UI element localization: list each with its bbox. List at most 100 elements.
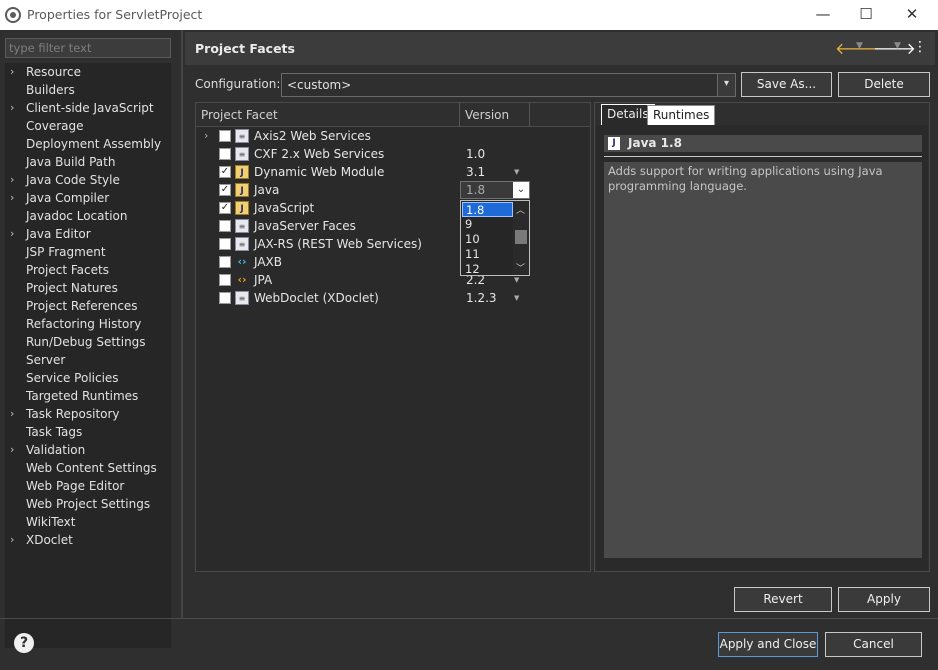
facet-checkbox[interactable]: ✓: [219, 166, 231, 178]
chevron-right-icon[interactable]: ›: [10, 171, 20, 189]
configuration-combo[interactable]: <custom> ▾: [281, 73, 736, 97]
version-option[interactable]: 11: [462, 247, 513, 262]
facet-checkbox[interactable]: [219, 256, 231, 268]
help-icon[interactable]: ?: [14, 633, 34, 653]
chevron-down-icon[interactable]: ▼: [514, 163, 519, 181]
jaxb-facet-icon: ‹›: [237, 255, 247, 268]
table-row[interactable]: ≡ CXF 2.x Web Services 1.0: [196, 145, 590, 163]
filter-input[interactable]: type filter text: [5, 38, 171, 58]
chevron-right-icon[interactable]: ›: [10, 63, 20, 81]
column-header-version[interactable]: Version: [465, 108, 509, 122]
minimize-button[interactable]: —: [800, 0, 846, 30]
tree-item[interactable]: Project Natures: [5, 279, 171, 297]
scroll-down-icon[interactable]: ﹀: [516, 261, 525, 274]
apply-and-close-button[interactable]: Apply and Close: [718, 632, 818, 657]
tree-item[interactable]: Javadoc Location: [5, 207, 171, 225]
close-button[interactable]: ✕: [889, 0, 935, 30]
facet-checkbox[interactable]: ✓: [219, 184, 231, 196]
java-version-combo[interactable]: 1.8 ⌄: [460, 181, 530, 199]
version-option[interactable]: 1.8: [462, 202, 513, 217]
tree-item[interactable]: Deployment Assembly: [5, 135, 171, 153]
chevron-down-icon[interactable]: ▾: [717, 74, 735, 96]
tree-item[interactable]: › Java Code Style: [5, 171, 171, 189]
back-menu-icon[interactable]: ▼: [856, 41, 863, 51]
tree-item[interactable]: › Validation: [5, 441, 171, 459]
tree-item[interactable]: › Resource: [5, 63, 171, 81]
tree-item[interactable]: Web Project Settings: [5, 495, 171, 513]
tree-item[interactable]: Project Facets: [5, 261, 171, 279]
column-divider[interactable]: [529, 103, 530, 127]
table-row[interactable]: ✓ J JavaScript: [196, 199, 590, 217]
tree-item[interactable]: Project References: [5, 297, 171, 315]
version-list-scrollbar[interactable]: ︿ ﹀: [513, 201, 529, 275]
tree-item[interactable]: › XDoclet: [5, 531, 171, 549]
chevron-down-icon[interactable]: ⌄: [513, 182, 529, 198]
facets-table: Project Facet Version › ≡ Axis2 Web Servic…: [195, 102, 591, 572]
tree-item[interactable]: Java Build Path: [5, 153, 171, 171]
java-version-list[interactable]: ︿ ﹀ 1.8 9 10 11 12: [460, 200, 530, 276]
doc-facet-icon: ≡: [235, 291, 249, 305]
facet-checkbox[interactable]: [219, 292, 231, 304]
version-option[interactable]: 9: [462, 217, 513, 232]
table-row[interactable]: ✓ J Java: [196, 181, 590, 199]
column-divider[interactable]: [459, 103, 460, 127]
tree-item[interactable]: Run/Debug Settings: [5, 333, 171, 351]
tree-item-label: Java Code Style: [26, 173, 120, 187]
cancel-button[interactable]: Cancel: [825, 632, 922, 657]
chevron-right-icon[interactable]: ›: [10, 99, 20, 117]
table-row[interactable]: ‹› JAXB: [196, 253, 590, 271]
table-row[interactable]: ≡ JavaServer Faces: [196, 217, 590, 235]
tree-item[interactable]: Web Content Settings: [5, 459, 171, 477]
window-title: Properties for ServletProject: [27, 7, 203, 22]
table-row[interactable]: ≡ WebDoclet (XDoclet) 1.2.3 ▼: [196, 289, 590, 307]
save-as-button[interactable]: Save As...: [741, 72, 832, 97]
chevron-right-icon[interactable]: ›: [10, 405, 20, 423]
scrollbar-thumb[interactable]: [515, 230, 527, 244]
chevron-down-icon[interactable]: ▼: [514, 289, 519, 307]
chevron-right-icon[interactable]: ›: [10, 531, 20, 549]
chevron-right-icon[interactable]: ›: [10, 189, 20, 207]
panel-divider[interactable]: [181, 30, 183, 618]
facet-checkbox[interactable]: [219, 148, 231, 160]
table-row[interactable]: ≡ JAX-RS (REST Web Services): [196, 235, 590, 253]
facet-version[interactable]: 1.0: [466, 145, 485, 163]
tree-item[interactable]: Task Tags: [5, 423, 171, 441]
tree-item[interactable]: › Client-side JavaScript: [5, 99, 171, 117]
tree-item[interactable]: › Java Editor: [5, 225, 171, 243]
chevron-right-icon[interactable]: ›: [10, 225, 20, 243]
tree-item[interactable]: WikiText: [5, 513, 171, 531]
tree-item[interactable]: Targeted Runtimes: [5, 387, 171, 405]
tree-item[interactable]: › Java Compiler: [5, 189, 171, 207]
revert-button[interactable]: Revert: [734, 587, 832, 612]
facet-checkbox[interactable]: [219, 238, 231, 250]
tree-item[interactable]: Service Policies: [5, 369, 171, 387]
delete-button[interactable]: Delete: [838, 72, 930, 97]
facet-version[interactable]: 1.2.3: [466, 289, 497, 307]
facet-version[interactable]: 3.1: [466, 163, 485, 181]
column-header-facet[interactable]: Project Facet: [201, 108, 278, 122]
version-option[interactable]: 12: [462, 262, 513, 277]
table-row[interactable]: ✓ J Dynamic Web Module 3.1 ▼: [196, 163, 590, 181]
facet-checkbox[interactable]: [219, 130, 231, 142]
tree-item[interactable]: JSP Fragment: [5, 243, 171, 261]
chevron-right-icon[interactable]: ›: [204, 127, 208, 145]
facet-checkbox[interactable]: [219, 220, 231, 232]
chevron-right-icon[interactable]: ›: [10, 441, 20, 459]
table-row[interactable]: › ≡ Axis2 Web Services: [196, 127, 590, 145]
tab-runtimes[interactable]: Runtimes: [647, 105, 716, 126]
facet-checkbox[interactable]: ✓: [219, 202, 231, 214]
tree-item[interactable]: Builders: [5, 81, 171, 99]
tree-item[interactable]: Coverage: [5, 117, 171, 135]
apply-button[interactable]: Apply: [838, 587, 930, 612]
view-menu-icon[interactable]: ⋮: [913, 39, 927, 55]
tree-item[interactable]: Web Page Editor: [5, 477, 171, 495]
tree-item[interactable]: Refactoring History: [5, 315, 171, 333]
scroll-up-icon[interactable]: ︿: [516, 203, 525, 216]
facet-checkbox[interactable]: [219, 274, 231, 286]
tree-item[interactable]: › Task Repository: [5, 405, 171, 423]
forward-menu-icon[interactable]: ▼: [894, 41, 901, 51]
version-option[interactable]: 10: [462, 232, 513, 247]
tree-item[interactable]: Server: [5, 351, 171, 369]
maximize-button[interactable]: ☐: [843, 0, 889, 30]
table-row[interactable]: ‹› JPA 2.2 ▼: [196, 271, 590, 289]
